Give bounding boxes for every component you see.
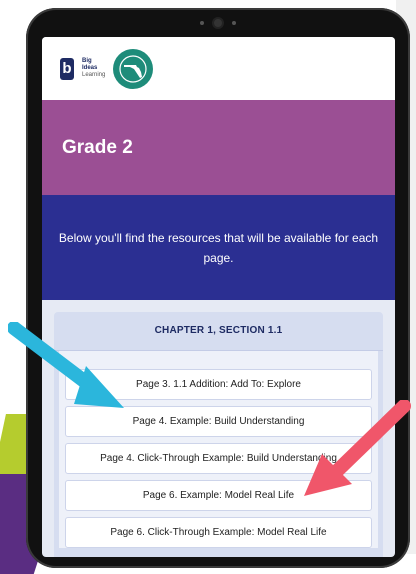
sensor-dot [232,21,236,25]
big-ideas-logo-icon: b [60,57,74,80]
florida-state-badge-icon [113,48,154,89]
tablet-camera [26,16,410,30]
camera-lens [214,19,222,27]
grade-banner: Grade 2 [42,100,395,195]
intro-text: Below you'll find the resources that wil… [58,230,379,265]
big-ideas-logo-text: Big Ideas Learning [82,58,105,79]
intro-banner: Below you'll find the resources that wil… [42,195,395,300]
logo-text-line: Big [82,58,92,64]
florida-map-icon [119,54,147,83]
page-title: Grade 2 [62,136,133,158]
logo-header: b Big Ideas Learning [42,37,395,100]
teal-arrow-icon [8,322,124,408]
logo-text-line: Learning [82,72,106,78]
sensor-dot [200,21,204,25]
resource-item[interactable]: Page 6. Click-Through Example: Model Rea… [65,517,372,548]
logo-text-line: Ideas [82,65,98,71]
pink-arrow-icon [304,400,411,496]
